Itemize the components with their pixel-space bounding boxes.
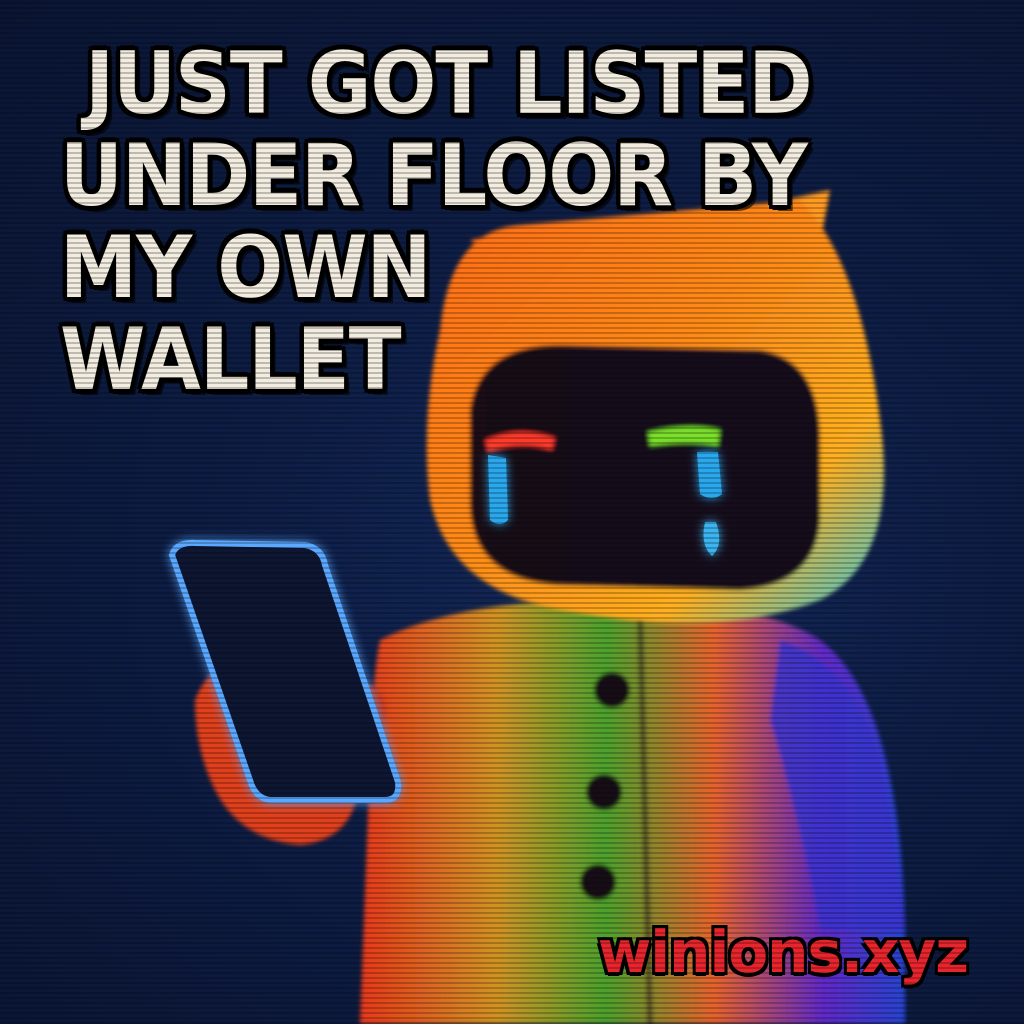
brand-watermark: winions.xyz bbox=[597, 918, 969, 986]
headline-line-4: WALLET bbox=[60, 310, 402, 410]
coat-button bbox=[594, 672, 630, 708]
meme-canvas: JUST GOT LISTED UNDER FLOOR BY MY OWN WA… bbox=[0, 0, 1024, 1024]
coat-button bbox=[580, 864, 616, 900]
coat-button bbox=[586, 774, 622, 810]
headline-line-1: JUST GOT LISTED bbox=[85, 34, 812, 134]
headline-line-2: UNDER FLOOR BY bbox=[60, 126, 808, 226]
meme-headline: JUST GOT LISTED UNDER FLOOR BY MY OWN WA… bbox=[60, 34, 813, 410]
headline-line-3: MY OWN bbox=[60, 218, 431, 318]
